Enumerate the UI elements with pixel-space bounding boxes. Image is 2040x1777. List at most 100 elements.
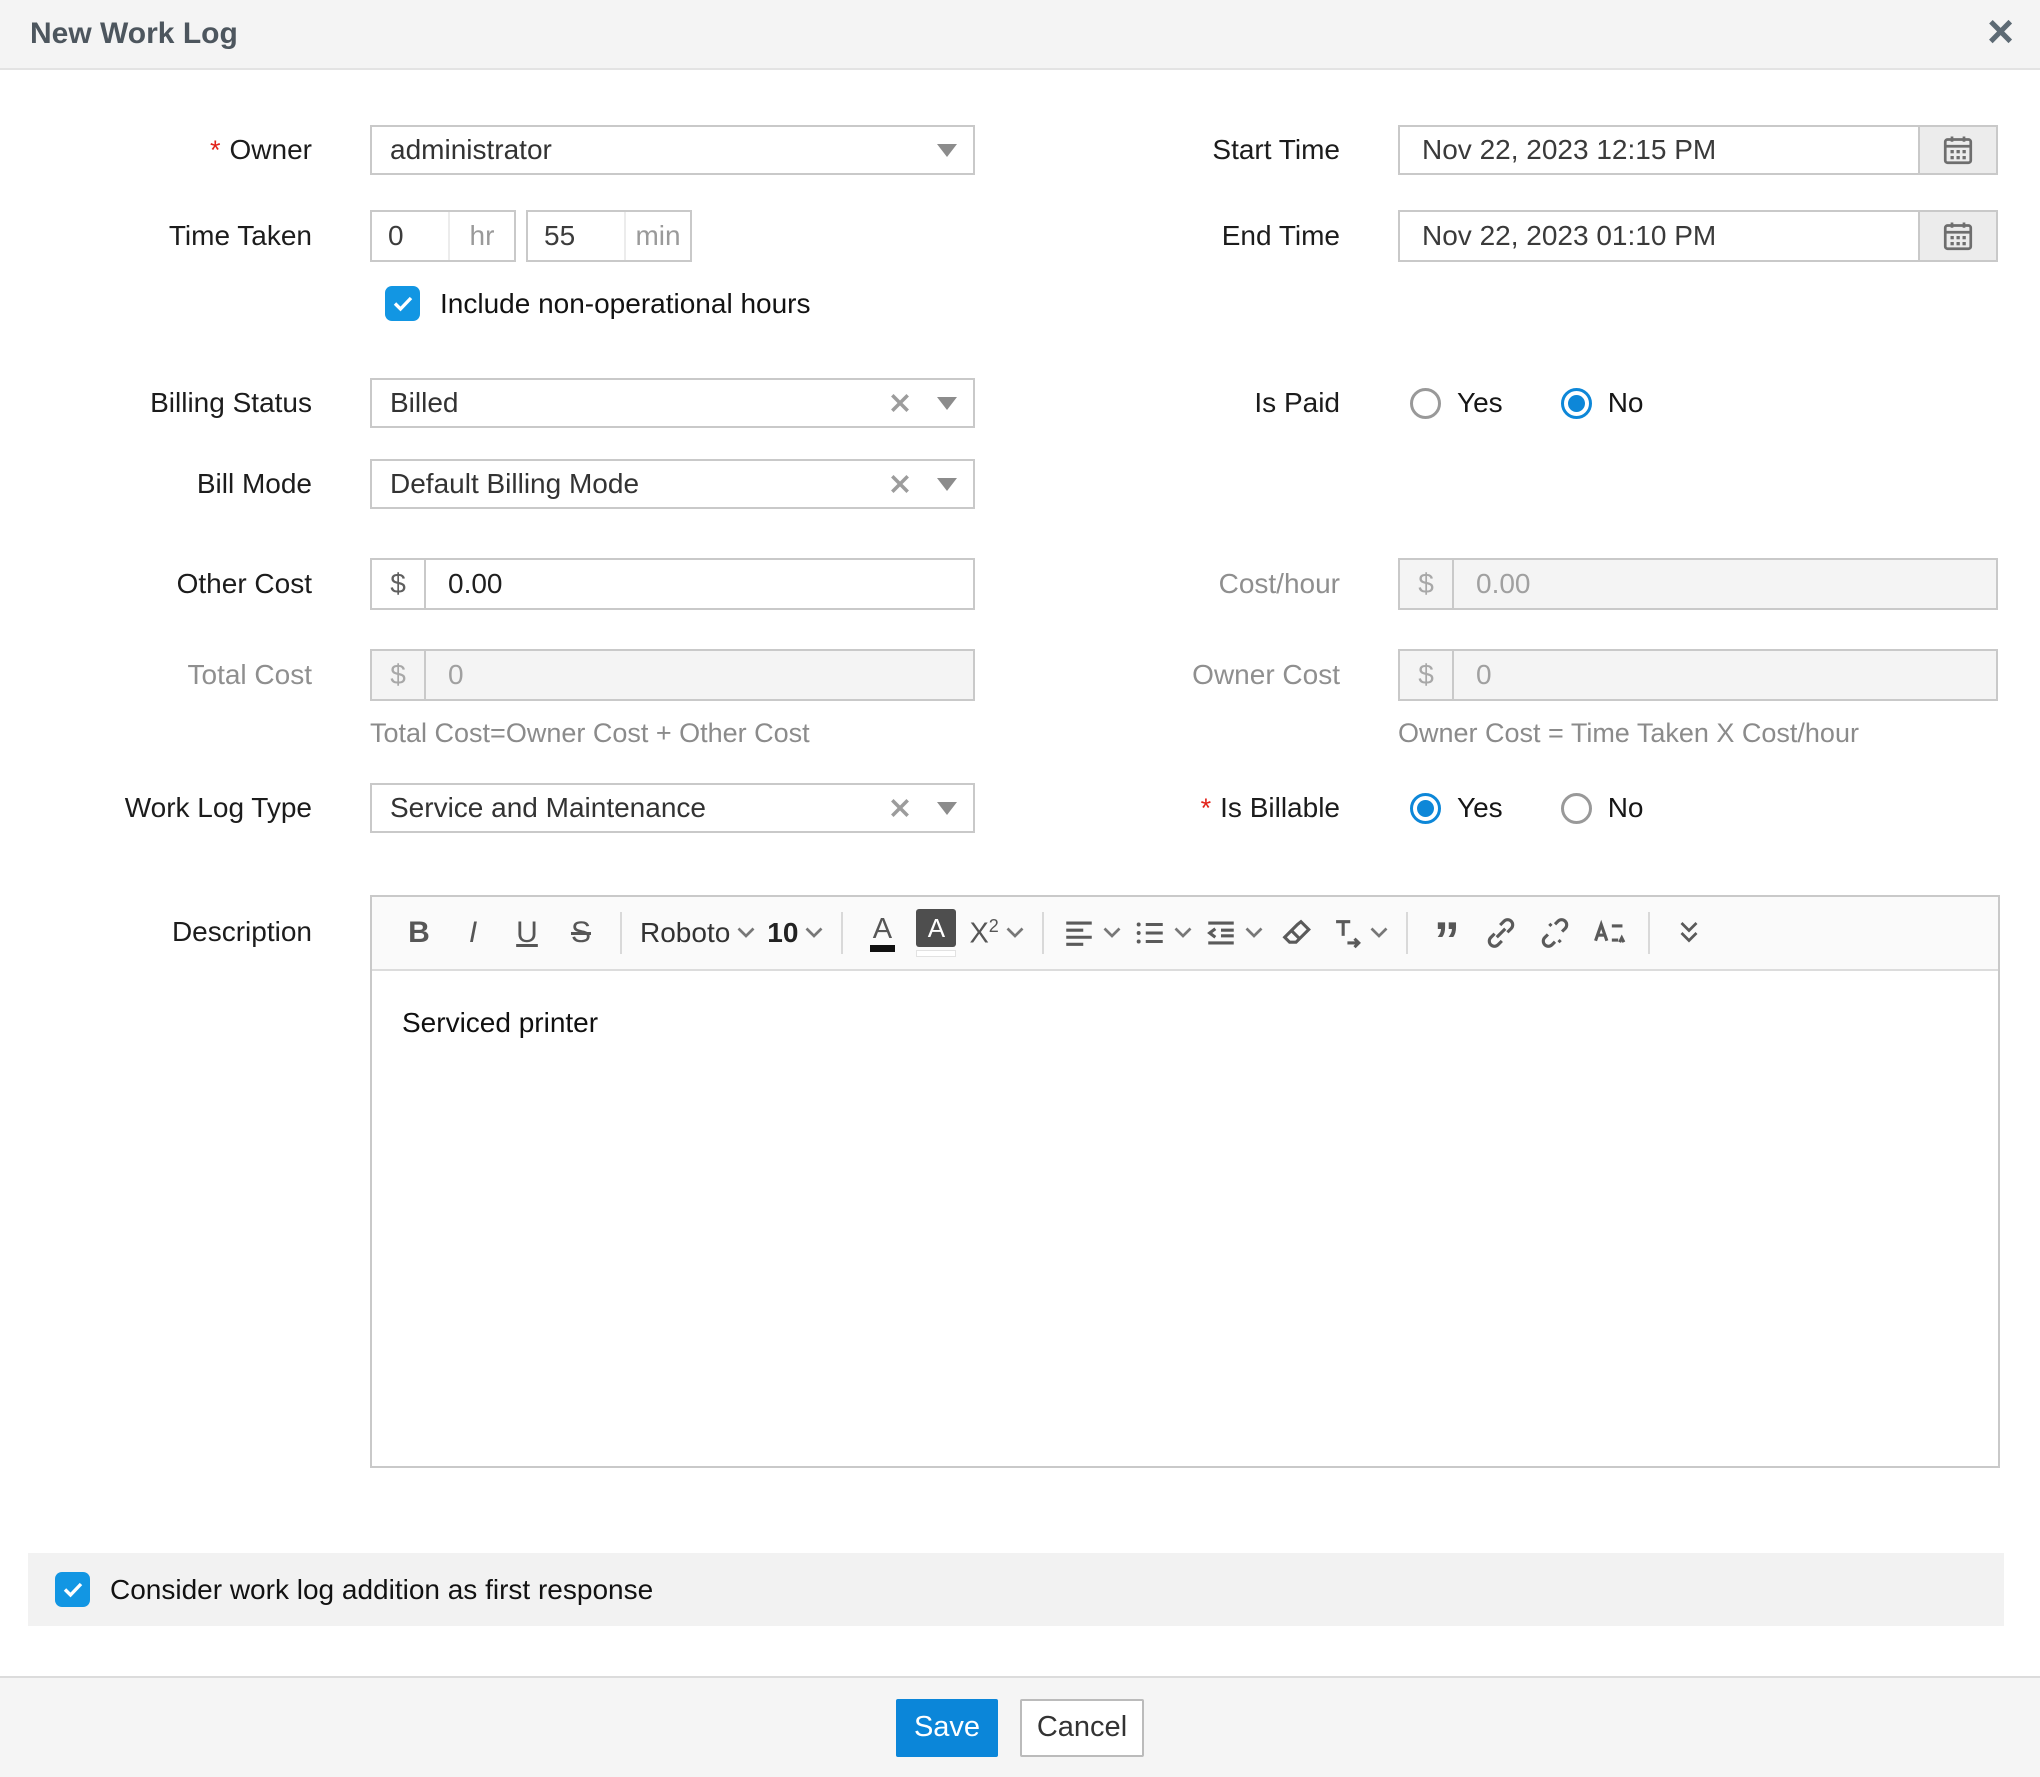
cancel-button[interactable]: Cancel bbox=[1020, 1699, 1144, 1757]
hr-unit-label: hr bbox=[448, 212, 514, 260]
row-owner-start: * Owner administrator Start Time Nov 22,… bbox=[0, 125, 2040, 175]
chevron-down-icon bbox=[937, 144, 957, 157]
is-paid-radio-group: Yes No bbox=[1398, 378, 2010, 428]
include-non-operational-checkbox[interactable] bbox=[385, 286, 420, 321]
is-billable-no-label: No bbox=[1608, 792, 1644, 824]
first-response-checkbox[interactable] bbox=[55, 1572, 90, 1607]
other-cost-label: Other Cost bbox=[0, 558, 312, 610]
toolbar-separator bbox=[1648, 912, 1650, 954]
toolbar-separator bbox=[620, 912, 622, 954]
background-color-button[interactable]: A bbox=[909, 906, 963, 960]
row-time-end: Time Taken 0 hr 55 min End Time Nov 22, … bbox=[0, 210, 2040, 262]
currency-symbol: $ bbox=[1400, 560, 1454, 608]
bold-button[interactable]: B bbox=[392, 906, 446, 960]
start-time-input[interactable]: Nov 22, 2023 12:15 PM bbox=[1398, 125, 1998, 175]
min-unit-label: min bbox=[624, 212, 690, 260]
line-spacing-button[interactable] bbox=[1582, 906, 1636, 960]
underline-button[interactable]: U bbox=[500, 906, 554, 960]
calendar-icon[interactable] bbox=[1918, 127, 1996, 173]
bill-mode-value: Default Billing Mode bbox=[390, 468, 889, 500]
work-log-type-label: Work Log Type bbox=[0, 783, 312, 833]
work-log-type-select[interactable]: Service and Maintenance bbox=[370, 783, 975, 833]
row-worklogtype-isbillable: Work Log Type Service and Maintenance * … bbox=[0, 783, 2040, 833]
description-content[interactable]: Serviced printer bbox=[372, 971, 1998, 1075]
unlink-button[interactable] bbox=[1528, 906, 1582, 960]
line-spacing-icon bbox=[1592, 916, 1626, 950]
is-billable-yes-radio[interactable] bbox=[1410, 793, 1441, 824]
indent-button[interactable] bbox=[1198, 906, 1269, 960]
double-chevron-down-icon bbox=[1674, 918, 1704, 948]
include-non-operational-row: Include non-operational hours bbox=[385, 286, 810, 321]
font-size-select[interactable]: 10 bbox=[761, 906, 829, 960]
currency-symbol: $ bbox=[372, 651, 426, 699]
chevron-down-icon[interactable] bbox=[937, 802, 957, 815]
chevron-down-icon bbox=[737, 927, 755, 939]
description-editor: B I U S Roboto 10 A A bbox=[370, 895, 2000, 1468]
clear-icon[interactable] bbox=[889, 473, 911, 495]
owner-cost-input: $ 0 bbox=[1398, 649, 1998, 701]
row-billing-ispaid: Billing Status Billed Is Paid Yes No bbox=[0, 378, 2040, 428]
editor-toolbar: B I U S Roboto 10 A A bbox=[372, 897, 1998, 971]
font-family-select[interactable]: Roboto bbox=[634, 906, 761, 960]
strikethrough-button[interactable]: S bbox=[554, 906, 608, 960]
font-color-button[interactable]: A bbox=[855, 906, 909, 960]
is-billable-label: * Is Billable bbox=[1020, 783, 1340, 833]
link-button[interactable] bbox=[1474, 906, 1528, 960]
row-totalcost-ownercost: Total Cost $ 0 Owner Cost $ 0 bbox=[0, 649, 2040, 701]
time-taken-hr-input[interactable]: 0 hr bbox=[370, 210, 516, 262]
bill-mode-select[interactable]: Default Billing Mode bbox=[370, 459, 975, 509]
total-cost-input: $ 0 bbox=[370, 649, 975, 701]
chevron-down-icon[interactable] bbox=[937, 397, 957, 410]
other-cost-input[interactable]: $ 0.00 bbox=[370, 558, 975, 610]
total-cost-helper: Total Cost=Owner Cost + Other Cost bbox=[370, 718, 810, 749]
include-non-operational-label: Include non-operational hours bbox=[440, 288, 810, 320]
end-time-value: Nov 22, 2023 01:10 PM bbox=[1400, 220, 1918, 252]
close-icon[interactable]: × bbox=[1987, 0, 2014, 62]
owner-select[interactable]: administrator bbox=[370, 125, 975, 175]
end-time-input[interactable]: Nov 22, 2023 01:10 PM bbox=[1398, 210, 1998, 262]
owner-cost-label: Owner Cost bbox=[1020, 649, 1340, 701]
bullet-list-icon bbox=[1133, 916, 1167, 950]
is-billable-no-radio[interactable] bbox=[1561, 793, 1592, 824]
blockquote-button[interactable]: ” bbox=[1420, 898, 1474, 968]
billing-status-value: Billed bbox=[390, 387, 889, 419]
billing-status-select[interactable]: Billed bbox=[370, 378, 975, 428]
chevron-down-icon[interactable] bbox=[937, 478, 957, 491]
check-icon bbox=[61, 1578, 85, 1602]
unlink-icon bbox=[1538, 916, 1572, 950]
text-direction-button[interactable] bbox=[1323, 906, 1394, 960]
currency-symbol: $ bbox=[1400, 651, 1454, 699]
dialog-header: New Work Log × bbox=[0, 0, 2040, 70]
italic-button[interactable]: I bbox=[446, 906, 500, 960]
owner-value: administrator bbox=[390, 134, 937, 166]
work-log-type-value: Service and Maintenance bbox=[390, 792, 889, 824]
align-button[interactable] bbox=[1056, 906, 1127, 960]
currency-symbol: $ bbox=[372, 560, 426, 608]
other-cost-value: 0.00 bbox=[426, 568, 973, 600]
chevron-down-icon bbox=[1245, 927, 1263, 939]
row-othercost-costhour: Other Cost $ 0.00 Cost/hour $ 0.00 bbox=[0, 558, 2040, 610]
superscript-button[interactable]: X2 bbox=[963, 906, 1029, 960]
is-paid-no-radio[interactable] bbox=[1561, 388, 1592, 419]
description-label: Description bbox=[0, 895, 312, 969]
list-button[interactable] bbox=[1127, 906, 1198, 960]
is-paid-yes-radio[interactable] bbox=[1410, 388, 1441, 419]
billing-status-label: Billing Status bbox=[0, 378, 312, 428]
cost-per-hour-value: 0.00 bbox=[1454, 568, 1996, 600]
toolbar-separator bbox=[841, 912, 843, 954]
save-button[interactable]: Save bbox=[896, 1699, 998, 1757]
clear-icon[interactable] bbox=[889, 797, 911, 819]
is-paid-yes-label: Yes bbox=[1457, 387, 1503, 419]
toolbar-separator bbox=[1406, 912, 1408, 954]
chevron-down-icon bbox=[1006, 927, 1024, 939]
outdent-icon bbox=[1204, 916, 1238, 950]
clear-format-button[interactable] bbox=[1269, 906, 1323, 960]
total-cost-value: 0 bbox=[426, 659, 973, 691]
clear-icon[interactable] bbox=[889, 392, 911, 414]
owner-label: * Owner bbox=[0, 125, 312, 175]
time-taken-min-input[interactable]: 55 min bbox=[526, 210, 692, 262]
more-options-button[interactable] bbox=[1662, 906, 1716, 960]
calendar-icon[interactable] bbox=[1918, 212, 1996, 260]
time-taken-group: 0 hr 55 min bbox=[370, 210, 975, 262]
required-asterisk: * bbox=[1201, 793, 1212, 824]
